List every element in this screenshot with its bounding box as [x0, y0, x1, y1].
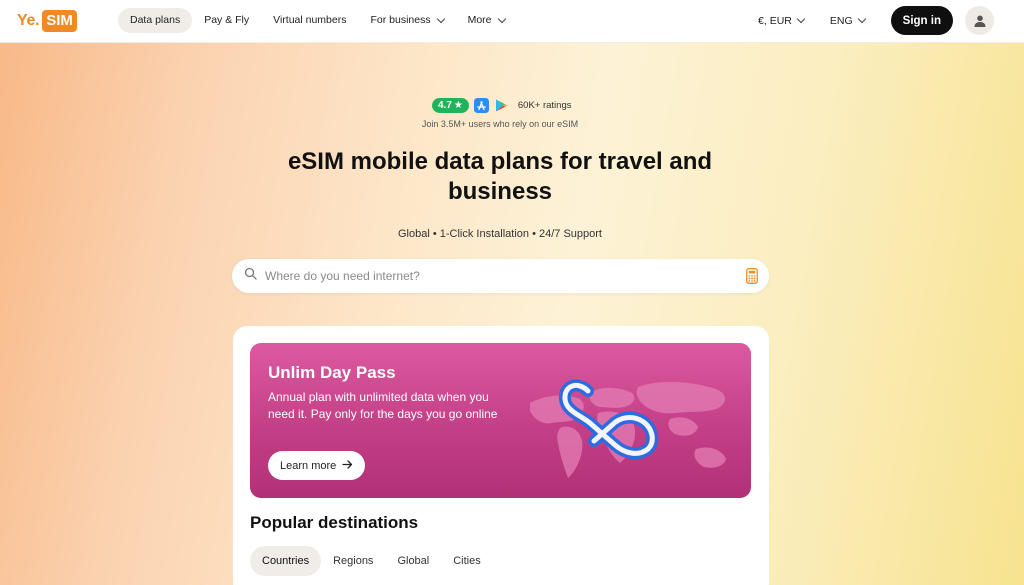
chevron-down-icon [497, 14, 506, 23]
header-actions: €, EUR ENG Sign in [758, 6, 994, 35]
rating-value: 4.7 [438, 100, 452, 111]
chevron-down-icon [436, 14, 445, 23]
search-input[interactable]: Where do you need internet? [265, 269, 420, 283]
logo-sim-text: SIM [42, 10, 77, 32]
join-text: Join 3.5M+ users who rely on our eSIM [421, 119, 579, 129]
nav-item-pay-fly[interactable]: Pay & Fly [192, 8, 261, 33]
popular-destinations-title: Popular destinations [250, 513, 419, 532]
star-icon: ★ [453, 100, 463, 111]
arrow-right-icon [342, 459, 353, 472]
top-header: Ye. SIM Data plans Pay & Fly Virtual num… [0, 0, 1024, 43]
logo-ye-text: Ye. [17, 12, 40, 29]
language-selector[interactable]: ENG [829, 14, 866, 27]
currency-selector[interactable]: €, EUR [758, 14, 806, 27]
nav-item-label: More [467, 14, 492, 26]
world-map-infinity-graphic [520, 363, 745, 493]
destinations-card: Unlim Day Pass Annual plan with unlimite… [233, 326, 769, 585]
chevron-down-icon [796, 14, 806, 23]
features-text: Global • 1-Click Installation • 24/7 Sup… [398, 228, 602, 240]
nav-item-label: For business [370, 14, 431, 26]
learn-more-button[interactable]: Learn more [268, 451, 366, 480]
nav-item-label: Pay & Fly [204, 14, 250, 26]
tab-cities[interactable]: Cities [441, 546, 493, 576]
language-label: ENG [829, 14, 853, 27]
sign-in-button[interactable]: Sign in [890, 6, 953, 35]
rating-badge: 4.7 ★ [432, 98, 469, 113]
tab-countries[interactable]: Countries [250, 546, 322, 576]
nav-item-label: Virtual numbers [273, 14, 347, 26]
hero-title: eSIM mobile data plans for travel and bu… [287, 148, 713, 205]
nav-item-more[interactable]: More [456, 8, 517, 33]
nav-item-label: Data plans [130, 14, 181, 26]
nav-item-for-business[interactable]: For business [358, 8, 455, 33]
destination-tabs: Countries Regions Global Cities [250, 546, 493, 576]
ratings-count: 60K+ ratings [517, 100, 572, 111]
logo[interactable]: Ye. SIM [17, 9, 77, 33]
tab-global[interactable]: Global [385, 546, 441, 576]
currency-label: €, EUR [758, 14, 792, 27]
search-bar[interactable]: Where do you need internet? [232, 259, 769, 293]
search-icon [244, 267, 257, 285]
rating-row: 4.7 ★ 60K+ ratings [432, 98, 571, 113]
calculator-icon[interactable] [746, 268, 758, 289]
promo-banner[interactable]: Unlim Day Pass Annual plan with unlimite… [250, 343, 751, 498]
nav-item-data-plans[interactable]: Data plans [118, 8, 193, 33]
promo-description: Annual plan with unlimited data when you… [268, 390, 498, 421]
google-play-icon[interactable] [494, 98, 509, 113]
nav-item-virtual-numbers[interactable]: Virtual numbers [261, 8, 358, 33]
learn-more-label: Learn more [280, 459, 337, 472]
app-store-icon[interactable] [473, 98, 489, 113]
user-icon[interactable] [965, 6, 994, 35]
chevron-down-icon [857, 14, 866, 23]
promo-title: Unlim Day Pass [268, 363, 396, 382]
tab-regions[interactable]: Regions [321, 546, 385, 576]
main-nav: Data plans Pay & Fly Virtual numbers For… [118, 8, 517, 33]
